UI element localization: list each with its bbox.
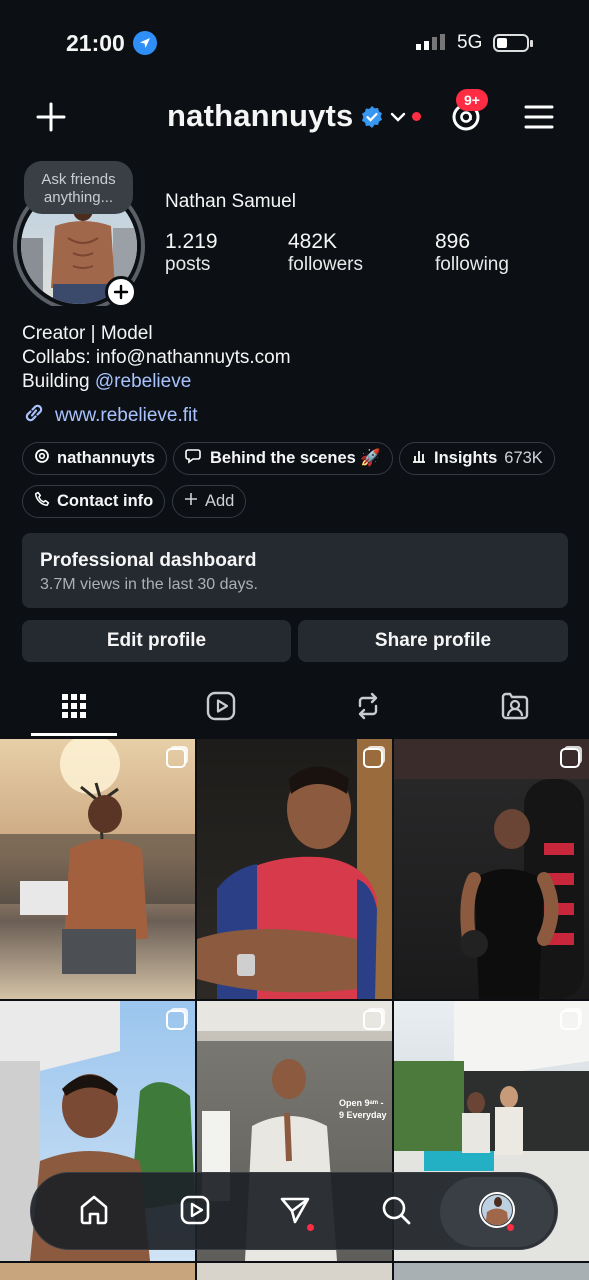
chip-label: Behind the scenes 🚀 [210, 449, 381, 467]
account-notification-dot [412, 112, 421, 121]
bio-line: Creator | Model [22, 323, 153, 344]
multi-post-icon [363, 1010, 383, 1030]
add-chip[interactable]: Add [172, 485, 247, 518]
bar-chart-icon [411, 448, 427, 469]
website-url: www.rebelieve.fit [55, 404, 198, 426]
notes-bubble[interactable]: Ask friends anything... [24, 161, 133, 214]
reposts-icon [353, 691, 383, 726]
profile-username[interactable]: nathannuyts [167, 98, 354, 134]
create-plus-icon[interactable] [36, 102, 66, 137]
post-thumbnail [394, 739, 589, 999]
stat-followers[interactable]: 482K followers [288, 230, 363, 276]
edit-profile-button[interactable]: Edit profile [22, 620, 291, 662]
post-thumbnail [197, 739, 392, 999]
nav-direct-messages[interactable] [271, 1188, 319, 1236]
nav-reels[interactable] [171, 1188, 219, 1236]
tab-grid[interactable] [54, 688, 94, 728]
broadcast-channel-icon [185, 448, 203, 469]
post-thumbnail [0, 739, 195, 974]
active-tab-indicator [31, 733, 117, 736]
profile-avatar[interactable] [13, 180, 146, 312]
grid-post[interactable] [0, 1263, 195, 1280]
account-switch-chevron-icon[interactable] [390, 110, 406, 128]
multi-post-icon [166, 748, 186, 768]
reels-icon [179, 1194, 211, 1231]
chip-label: nathannuyts [57, 449, 156, 467]
profile-full-name: Nathan Samuel [165, 191, 296, 212]
direct-icon [279, 1194, 311, 1231]
tab-reels[interactable] [201, 688, 241, 728]
direct-notification-dot [307, 1224, 314, 1231]
cellular-signal-icon [416, 34, 445, 50]
insights-value: 673K [504, 449, 543, 467]
nav-home[interactable] [70, 1188, 118, 1236]
phone-icon [34, 491, 50, 512]
stat-value: 1.219 [165, 230, 218, 253]
chip-label: Contact info [57, 492, 154, 510]
bio-building-line: Building @rebelieve [22, 371, 191, 393]
grid-post[interactable] [0, 739, 195, 999]
stat-value: 896 [435, 230, 471, 253]
grid-post[interactable] [394, 739, 589, 999]
dashboard-subtitle: 3.7M views in the last 30 days. [40, 576, 258, 593]
share-profile-button[interactable]: Share profile [298, 620, 568, 662]
tab-tagged[interactable] [495, 688, 535, 728]
reels-icon [206, 691, 236, 726]
stat-following[interactable]: 896 following [435, 230, 509, 276]
threads-profile-chip[interactable]: nathannuyts [22, 442, 168, 475]
professional-dashboard-card[interactable]: Professional dashboard 3.7M views in the… [22, 533, 568, 608]
bottom-navigation-bar [30, 1172, 558, 1250]
add-story-button[interactable] [105, 276, 137, 308]
chip-label: Add [205, 492, 235, 510]
nav-profile[interactable] [473, 1188, 521, 1236]
menu-hamburger-icon[interactable] [524, 104, 554, 135]
website-link[interactable]: www.rebelieve.fit [22, 402, 198, 429]
stat-label: posts [165, 254, 211, 275]
plus-icon [184, 492, 198, 511]
status-time: 21:00 [66, 30, 125, 56]
verified-badge-icon [360, 105, 384, 134]
stat-posts[interactable]: 1.219 posts [165, 230, 218, 276]
home-icon [78, 1194, 110, 1231]
multi-post-icon [363, 748, 383, 768]
stat-label: following [435, 254, 509, 275]
battery-icon [493, 34, 533, 52]
grid-post[interactable] [394, 1263, 589, 1280]
grid-post[interactable] [197, 1263, 392, 1280]
bio-text: Building [22, 371, 90, 392]
stat-value: 482K [288, 230, 338, 253]
link-icon [22, 402, 46, 429]
multi-post-icon [560, 1010, 580, 1030]
location-arrow-icon [133, 31, 157, 55]
nav-search[interactable] [372, 1188, 420, 1236]
multi-post-icon [166, 1010, 186, 1030]
insights-chip[interactable]: Insights 673K [399, 442, 555, 475]
dashboard-title: Professional dashboard [40, 550, 257, 571]
bio-mention-link[interactable]: @rebelieve [95, 371, 191, 392]
network-type: 5G [457, 32, 483, 53]
chip-label: Insights [434, 449, 498, 467]
bio-line: Collabs: info@nathannuyts.com [22, 347, 291, 368]
threads-count-badge: 9+ [456, 89, 488, 111]
contact-info-chip[interactable]: Contact info [22, 485, 166, 518]
threads-icon [34, 448, 50, 469]
behind-the-scenes-chip[interactable]: Behind the scenes 🚀 [173, 442, 393, 475]
storefront-sign-text: Open 9ᵃᵐ - 9 Everyday [339, 1098, 387, 1120]
stat-label: followers [288, 254, 363, 275]
grid-icon [61, 693, 87, 724]
tab-reposts[interactable] [348, 688, 388, 728]
profile-notification-dot [507, 1224, 514, 1231]
search-icon [380, 1194, 412, 1231]
grid-post[interactable] [197, 739, 392, 999]
tagged-icon [500, 691, 530, 726]
multi-post-icon [560, 748, 580, 768]
